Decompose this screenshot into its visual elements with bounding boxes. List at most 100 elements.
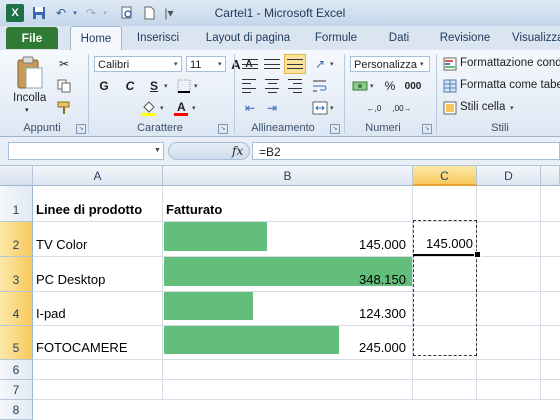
tab-layout[interactable]: Layout di pagina	[196, 26, 300, 50]
excel-icon[interactable]: X	[6, 4, 24, 22]
cell-styles-dropdown-icon[interactable]: ▾	[510, 104, 514, 112]
cell-b4[interactable]: 124.300	[163, 306, 406, 321]
fill-color-dropdown-icon[interactable]: ▾	[160, 104, 164, 112]
column-header-c[interactable]: C	[413, 166, 477, 186]
align-bottom-icon[interactable]	[284, 54, 306, 74]
number-format-dropdown-icon[interactable]: ▾	[420, 60, 424, 68]
align-center-icon[interactable]	[262, 78, 282, 94]
clipboard-launcher-icon[interactable]: ↘	[76, 124, 86, 134]
fill-color-icon[interactable]	[140, 100, 158, 116]
paste-dropdown-icon[interactable]: ▾	[25, 106, 29, 114]
row-header-1[interactable]: 1	[0, 186, 33, 222]
underline-button[interactable]: S	[146, 78, 162, 94]
svg-text:A: A	[177, 100, 186, 114]
cell-c2[interactable]: 145.000	[413, 236, 473, 251]
cell-b2[interactable]: 145.000	[163, 237, 406, 252]
format-as-table-icon[interactable]	[442, 78, 458, 94]
column-header-a[interactable]: A	[33, 166, 163, 186]
decrease-indent-icon[interactable]: ⇤	[240, 100, 260, 116]
orientation-icon[interactable]: ↗	[310, 56, 330, 72]
tab-visualizza[interactable]: Visualizza	[512, 26, 560, 50]
borders-dropdown-icon[interactable]: ▾	[194, 82, 198, 90]
column-header-d[interactable]: D	[477, 166, 541, 186]
cell-styles-icon[interactable]	[442, 100, 458, 116]
cell-b1[interactable]: Fatturato	[166, 202, 222, 217]
name-box-dropdown-icon[interactable]: ▼	[154, 147, 161, 154]
merge-dropdown-icon[interactable]: ▾	[330, 104, 334, 112]
select-all-corner[interactable]	[0, 166, 33, 186]
redo-dropdown-icon[interactable]: ▾	[96, 4, 114, 22]
currency-icon[interactable]	[350, 78, 370, 94]
paste-icon[interactable]	[12, 54, 46, 94]
customize-icon[interactable]: |▾	[160, 4, 178, 22]
tab-home[interactable]: Home	[70, 26, 122, 52]
cell-b5[interactable]: 245.000	[163, 340, 406, 355]
font-launcher-icon[interactable]: ↘	[218, 124, 228, 134]
cell-a1[interactable]: Linee di prodotto	[36, 202, 142, 217]
comma-style-icon[interactable]: 000	[404, 78, 422, 94]
font-name-value: Calibri	[98, 59, 130, 71]
align-right-icon[interactable]	[284, 78, 304, 94]
cell-a3[interactable]: PC Desktop	[36, 272, 105, 287]
italic-button[interactable]: C	[122, 78, 138, 94]
cut-icon[interactable]: ✂	[56, 56, 72, 72]
tab-revisione[interactable]: Revisione	[432, 26, 498, 50]
align-top-icon[interactable]	[240, 56, 260, 72]
cell-a5[interactable]: FOTOCAMERE	[36, 340, 128, 355]
bold-button[interactable]: G	[96, 78, 112, 94]
name-box[interactable]	[8, 142, 164, 160]
tab-formule[interactable]: Formule	[310, 26, 362, 50]
copy-icon[interactable]	[56, 78, 72, 94]
insert-function-icon[interactable]: fx	[232, 142, 243, 160]
alignment-launcher-icon[interactable]: ↘	[330, 124, 340, 134]
row-header-6[interactable]: 6	[0, 360, 33, 380]
group-separator	[88, 54, 89, 134]
decrease-decimal-icon[interactable]: ,00→	[392, 100, 412, 116]
increase-indent-icon[interactable]: ⇥	[262, 100, 282, 116]
column-header-b[interactable]: B	[163, 166, 413, 186]
cell-a4[interactable]: I-pad	[36, 306, 66, 321]
underline-dropdown-icon[interactable]: ▾	[164, 82, 168, 90]
tab-inserisci[interactable]: Inserisci	[128, 26, 188, 50]
align-middle-icon[interactable]	[262, 56, 282, 72]
row-header-8[interactable]: 8	[0, 400, 33, 420]
new-icon[interactable]	[140, 4, 158, 22]
paste-label[interactable]: Incolla	[13, 92, 46, 104]
font-name-dropdown-icon[interactable]: ▾	[174, 60, 178, 68]
number-format-combo[interactable]: Personalizza	[350, 56, 430, 72]
fill-handle[interactable]	[474, 251, 481, 258]
group-label-alignment: Allineamento	[251, 122, 315, 134]
orientation-dropdown-icon[interactable]: ▾	[330, 60, 334, 68]
wrap-text-icon[interactable]	[310, 78, 330, 94]
cell-b3[interactable]: 348.150	[163, 272, 406, 287]
format-as-table-button[interactable]: Formatta come tabella	[460, 79, 560, 91]
tab-file[interactable]: File	[6, 27, 58, 49]
row-header-2[interactable]: 2	[0, 222, 33, 257]
align-left-icon[interactable]	[240, 78, 260, 94]
row-header-3[interactable]: 3	[0, 257, 33, 292]
conditional-formatting-button[interactable]: Formattazione condizionale	[460, 57, 560, 69]
tab-dati[interactable]: Dati	[378, 26, 420, 50]
cell-a2[interactable]: TV Color	[36, 237, 87, 252]
increase-decimal-icon[interactable]: ←,0	[364, 100, 384, 116]
row-header-4[interactable]: 4	[0, 292, 33, 326]
number-launcher-icon[interactable]: ↘	[422, 124, 432, 134]
format-painter-icon[interactable]	[56, 100, 72, 116]
row-header-7[interactable]: 7	[0, 380, 33, 400]
font-size-dropdown-icon[interactable]: ▾	[218, 60, 222, 68]
currency-dropdown-icon[interactable]: ▾	[370, 82, 374, 90]
font-color-dropdown-icon[interactable]: ▾	[192, 104, 196, 112]
row-header-5[interactable]: 5	[0, 326, 33, 360]
conditional-formatting-icon[interactable]	[442, 56, 458, 72]
merge-center-icon[interactable]	[310, 100, 330, 116]
percent-icon[interactable]: %	[382, 78, 398, 94]
cell-styles-button[interactable]: Stili cella	[460, 101, 505, 113]
print-preview-icon[interactable]	[118, 4, 136, 22]
save-icon[interactable]	[30, 4, 48, 22]
font-name-combo[interactable]: Calibri	[94, 56, 182, 72]
formula-input[interactable]: =B2	[252, 142, 560, 160]
group-separator	[344, 54, 345, 134]
column-header-e[interactable]	[541, 166, 560, 186]
font-color-icon[interactable]: A	[172, 100, 190, 116]
borders-icon[interactable]	[176, 78, 192, 94]
